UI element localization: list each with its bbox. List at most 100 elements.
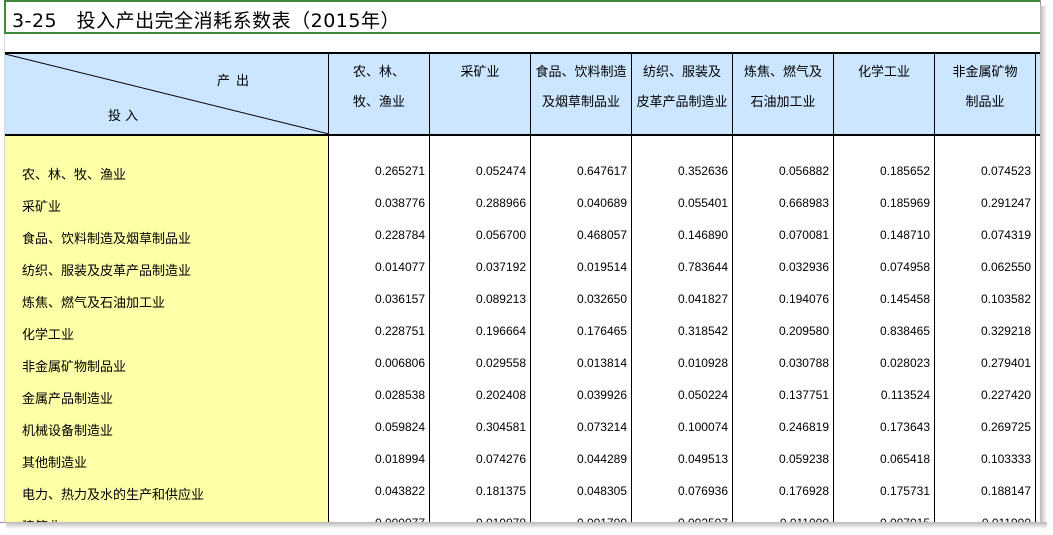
table-cell[interactable]: 0.006806	[329, 356, 425, 370]
table-cell[interactable]: 0.318542	[632, 324, 728, 338]
table-cell[interactable]: 0.048305	[531, 484, 627, 498]
row-label[interactable]: 机械设备制造业	[22, 420, 113, 439]
table-cell[interactable]: 0.468057	[531, 228, 627, 242]
table-cell[interactable]: 0.019514	[531, 260, 627, 274]
table-cell[interactable]: 0.059824	[329, 420, 425, 434]
table-cell[interactable]: 0.028023	[834, 356, 930, 370]
table-cell[interactable]: 0.037192	[430, 260, 526, 274]
table-cell[interactable]: 0.173643	[834, 420, 930, 434]
table-cell[interactable]: 0.246819	[733, 420, 829, 434]
column-header[interactable]: 非金属矿物 制品业	[935, 54, 1036, 134]
table-cell[interactable]: 0.070081	[733, 228, 829, 242]
table-cell[interactable]: 0.176465	[531, 324, 627, 338]
title-cell[interactable]: 3-25 投入产出完全消耗系数表（2015年）	[4, 0, 1040, 34]
table-cell[interactable]: 0.032650	[531, 292, 627, 306]
column-header-line1: 采矿业	[460, 65, 500, 80]
row-label[interactable]: 金属产品制造业	[22, 388, 113, 407]
row-label[interactable]: 纺织、服装及皮革产品制造业	[22, 260, 191, 279]
table-cell[interactable]: 0.043822	[329, 484, 425, 498]
table-cell[interactable]: 0.185652	[834, 164, 930, 178]
table-cell[interactable]: 0.145458	[834, 292, 930, 306]
table-cell[interactable]: 0.228784	[329, 228, 425, 242]
table-cell[interactable]: 0.010928	[632, 356, 728, 370]
table-cell[interactable]: 0.113524	[834, 388, 930, 402]
table-cell[interactable]: 0.291247	[935, 196, 1031, 210]
row-label[interactable]: 非金属矿物制品业	[22, 356, 126, 375]
table-cell[interactable]: 0.838465	[834, 324, 930, 338]
column-header[interactable]: 炼焦、燃气及 石油加工业	[733, 54, 834, 134]
table-cell[interactable]: 0.100074	[632, 420, 728, 434]
column-header[interactable]: 化学工业	[834, 54, 935, 134]
table-cell[interactable]: 0.304581	[430, 420, 526, 434]
table-cell[interactable]: 0.065418	[834, 452, 930, 466]
table-cell[interactable]: 0.059238	[733, 452, 829, 466]
table-cell[interactable]: 0.352636	[632, 164, 728, 178]
table-cell[interactable]: 0.056700	[430, 228, 526, 242]
table-cell[interactable]: 0.032936	[733, 260, 829, 274]
table-cell[interactable]: 0.039926	[531, 388, 627, 402]
table-cell[interactable]: 0.288966	[430, 196, 526, 210]
table-cell[interactable]: 0.269725	[935, 420, 1031, 434]
row-label[interactable]: 炼焦、燃气及石油加工业	[22, 292, 165, 311]
table-cell[interactable]: 0.209580	[733, 324, 829, 338]
row-label[interactable]: 化学工业	[22, 324, 74, 343]
table-cell[interactable]: 0.137751	[733, 388, 829, 402]
table-cell[interactable]: 0.013814	[531, 356, 627, 370]
table-cell[interactable]: 0.062550	[935, 260, 1031, 274]
table-cell[interactable]: 0.228751	[329, 324, 425, 338]
table-cell[interactable]: 0.668983	[733, 196, 829, 210]
table-cell[interactable]: 0.073214	[531, 420, 627, 434]
table-cell[interactable]: 0.176928	[733, 484, 829, 498]
table-cell[interactable]: 0.194076	[733, 292, 829, 306]
column-header[interactable]: 采矿业	[430, 54, 531, 134]
table-cell[interactable]: 0.329218	[935, 324, 1031, 338]
table-cell[interactable]: 0.049513	[632, 452, 728, 466]
table-cell[interactable]: 0.050224	[632, 388, 728, 402]
table-cell[interactable]: 0.188147	[935, 484, 1031, 498]
row-label[interactable]: 电力、热力及水的生产和供应业	[22, 484, 204, 503]
table-cell[interactable]: 0.041827	[632, 292, 728, 306]
table-cell[interactable]: 0.103333	[935, 452, 1031, 466]
table-cell[interactable]: 0.227420	[935, 388, 1031, 402]
table-cell[interactable]: 0.265271	[329, 164, 425, 178]
column-header[interactable]: 农、林、 牧、渔业	[329, 54, 430, 134]
table-cell[interactable]: 0.028538	[329, 388, 425, 402]
table-cell[interactable]: 0.074958	[834, 260, 930, 274]
row-label[interactable]: 采矿业	[22, 196, 61, 215]
table-cell[interactable]: 0.056882	[733, 164, 829, 178]
table-cell[interactable]: 0.036157	[329, 292, 425, 306]
table-cell[interactable]: 0.185969	[834, 196, 930, 210]
table-cell[interactable]: 0.030788	[733, 356, 829, 370]
table-cell[interactable]: 0.146890	[632, 228, 728, 242]
table-cell[interactable]: 0.196664	[430, 324, 526, 338]
table-cell[interactable]: 0.074523	[935, 164, 1031, 178]
table-cell[interactable]: 0.783644	[632, 260, 728, 274]
table-cell[interactable]: 0.014077	[329, 260, 425, 274]
table-cell[interactable]: 0.044289	[531, 452, 627, 466]
table-cell[interactable]: 0.175731	[834, 484, 930, 498]
table-cell[interactable]: 0.103582	[935, 292, 1031, 306]
table-cell[interactable]: 0.202408	[430, 388, 526, 402]
row-label[interactable]: 其他制造业	[22, 452, 87, 471]
table-cell[interactable]: 0.647617	[531, 164, 627, 178]
table-cell[interactable]: 0.040689	[531, 196, 627, 210]
row-label[interactable]: 农、林、牧、渔业	[22, 164, 126, 183]
table-cell[interactable]: 0.076936	[632, 484, 728, 498]
table-cell[interactable]: 0.029558	[430, 356, 526, 370]
table-cell[interactable]: 0.052474	[430, 164, 526, 178]
table-row: 其他制造业 0.018994 0.074276 0.044289 0.049513 0.0…	[5, 444, 1040, 476]
column-header[interactable]: 食品、饮料制造 及烟草制品业	[531, 54, 632, 134]
table-cell[interactable]: 0.279401	[935, 356, 1031, 370]
table-cell[interactable]: 0.089213	[430, 292, 526, 306]
table-cell[interactable]: 0.055401	[632, 196, 728, 210]
table-cell[interactable]: 0.018994	[329, 452, 425, 466]
table-cell[interactable]: 0.038776	[329, 196, 425, 210]
column-header[interactable]: 纺织、服装及 皮革产品制造业	[632, 54, 733, 134]
column-header-line2: 皮革产品制造业	[636, 95, 728, 110]
corner-header-cell[interactable]: 产出 投入	[5, 54, 329, 134]
table-cell[interactable]: 0.148710	[834, 228, 930, 242]
table-cell[interactable]: 0.181375	[430, 484, 526, 498]
table-cell[interactable]: 0.074319	[935, 228, 1031, 242]
row-label[interactable]: 食品、饮料制造及烟草制品业	[22, 228, 191, 247]
table-cell[interactable]: 0.074276	[430, 452, 526, 466]
